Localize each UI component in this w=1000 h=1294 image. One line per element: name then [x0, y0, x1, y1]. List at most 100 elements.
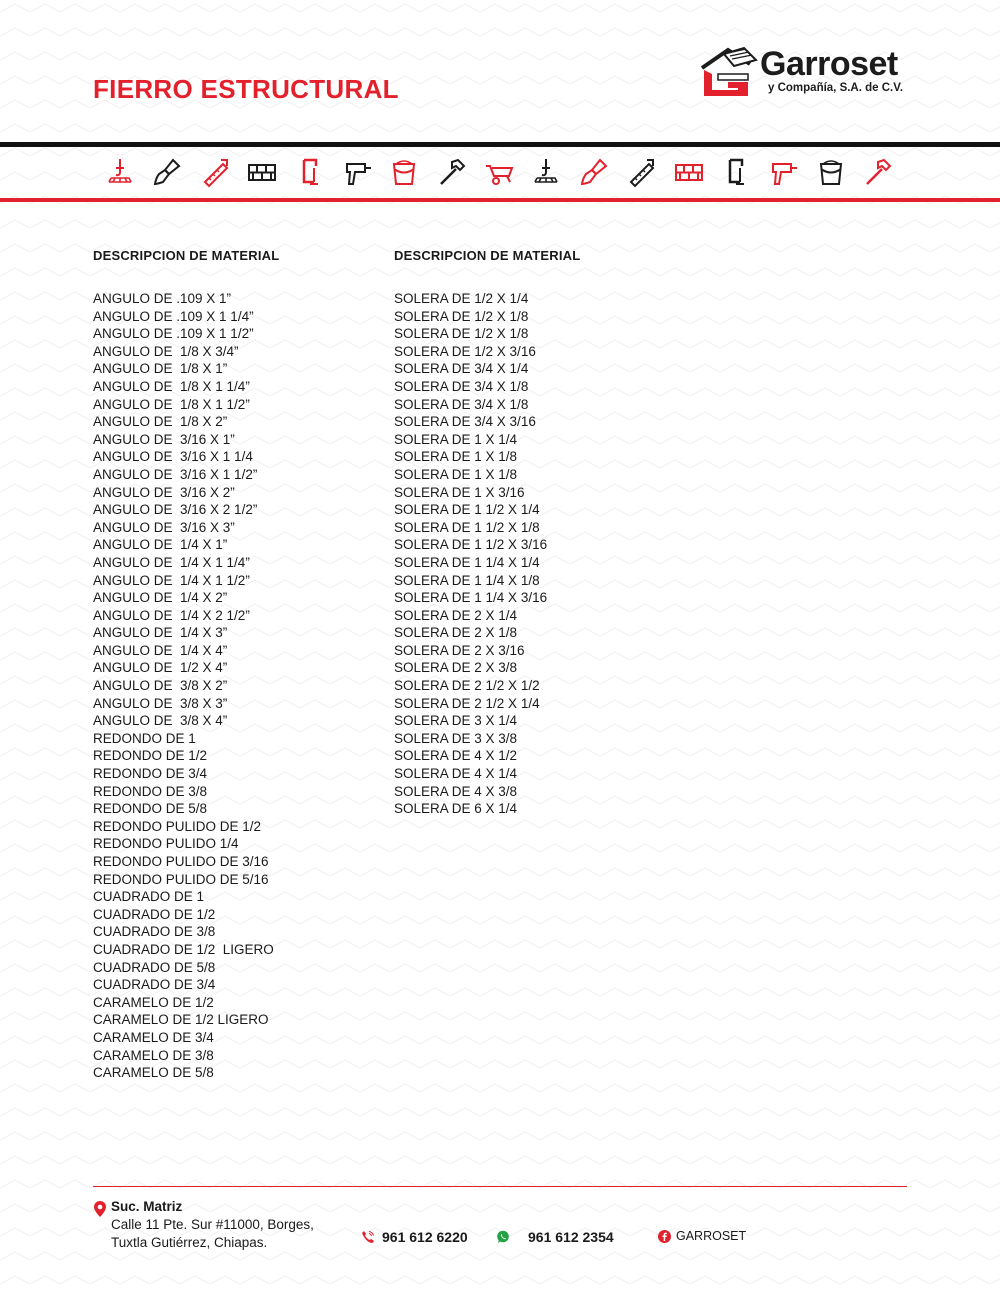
column-heading: DESCRIPCION DE MATERIAL: [93, 248, 280, 263]
icon-strip-divider: [0, 198, 1000, 202]
material-item: ANGULO DE 1/4 X 3”: [93, 625, 228, 641]
paint-bucket-icon: [388, 156, 420, 188]
paint-bucket-icon: [815, 156, 847, 188]
material-item: ANGULO DE 3/16 X 1 1/2”: [93, 466, 258, 482]
house-logo-icon: [700, 46, 758, 96]
material-item: REDONDO PULIDO 1/4: [93, 836, 239, 852]
material-item: ANGULO DE 1/4 X 1”: [93, 537, 228, 553]
material-item: SOLERA DE 2 X 1/4: [394, 607, 518, 623]
material-item: CUADRADO DE 3/4: [93, 977, 216, 993]
facebook-contact[interactable]: GARROSET: [658, 1229, 746, 1243]
material-item: SOLERA DE 2 X 3/8: [394, 660, 518, 676]
paint-brush-icon: [151, 156, 183, 188]
material-item: CUADRADO DE 1: [93, 889, 205, 905]
material-item: ANGULO DE 3/16 X 2”: [93, 484, 235, 500]
material-item: SOLERA DE 1 X 1/4: [394, 431, 518, 447]
material-item: CARAMELO DE 5/8: [93, 1065, 214, 1081]
material-item: CARAMELO DE 3/8: [93, 1047, 214, 1063]
branch-label: Suc. Matriz: [111, 1199, 183, 1214]
whatsapp-contact[interactable]: 961 612 2354: [496, 1229, 614, 1245]
material-item: SOLERA DE 3/4 X 1/8: [394, 396, 529, 412]
material-item: CARAMELO DE 1/2 LIGERO: [93, 1012, 269, 1028]
material-item: SOLERA DE 3/4 X 1/8: [394, 378, 529, 394]
brand-logo[interactable]: Garroset y Compañía, S.A. de C.V.: [698, 44, 913, 100]
material-item: SOLERA DE 6 X 1/4: [394, 801, 518, 817]
material-item: CUADRADO DE 1/2: [93, 906, 216, 922]
bricks-icon: [673, 156, 705, 188]
location-pin-icon: [94, 1201, 106, 1217]
material-item: SOLERA DE 1 1/2 X 3/16: [394, 537, 548, 553]
material-item: SOLERA DE 1 X 1/8: [394, 466, 518, 482]
material-item: SOLERA DE 2 1/2 X 1/4: [394, 695, 540, 711]
material-item: SOLERA DE 3 X 3/8: [394, 730, 518, 746]
phone-number[interactable]: 961 612 6220: [382, 1229, 468, 1245]
material-item: ANGULO DE .109 X 1 1/4”: [93, 308, 254, 324]
material-item: SOLERA DE 2 X 3/16: [394, 642, 525, 658]
material-item: ANGULO DE 1/4 X 4”: [93, 642, 228, 658]
material-column-right: DESCRIPCION DE MATERIAL SOLERA DE 1/2 X …: [394, 248, 580, 818]
material-item: CUADRADO DE 3/8: [93, 924, 216, 940]
saw-icon: [199, 156, 231, 188]
drill-icon: [341, 156, 373, 188]
material-item: REDONDO DE 5/8: [93, 801, 208, 817]
phone-contact[interactable]: 961 612 6220: [361, 1229, 468, 1245]
material-item: ANGULO DE 1/8 X 2”: [93, 414, 228, 430]
material-item: SOLERA DE 1/2 X 1/4: [394, 291, 529, 306]
saw-icon: [625, 156, 657, 188]
material-item: ANGULO DE 3/8 X 4”: [93, 713, 228, 729]
hammer-icon: [862, 156, 894, 188]
material-item: SOLERA DE 1 1/2 X 1/8: [394, 519, 540, 535]
facebook-icon: [658, 1229, 671, 1243]
material-item: CUADRADO DE 1/2 LIGERO: [93, 941, 274, 957]
phone-icon: [362, 1231, 374, 1243]
brand-name: Garroset: [760, 45, 898, 83]
clamp-icon: [720, 156, 752, 188]
material-item: SOLERA DE 3 X 1/4: [394, 713, 518, 729]
footer-divider: [93, 1186, 907, 1187]
material-item: SOLERA DE 4 X 3/8: [394, 783, 518, 799]
material-item: ANGULO DE 1/4 X 1 1/4”: [93, 554, 250, 570]
material-item: REDONDO DE 3/8: [93, 783, 208, 799]
material-item: SOLERA DE 4 X 1/4: [394, 766, 518, 782]
address-line: Tuxtla Gutiérrez, Chiapas.: [111, 1235, 268, 1250]
crane-hook-icon: [530, 156, 562, 188]
crane-hook-icon: [104, 156, 136, 188]
clamp-icon: [294, 156, 326, 188]
material-column-left: DESCRIPCION DE MATERIAL ANGULO DE .109 X…: [93, 248, 279, 1082]
material-item: ANGULO DE .109 X 1 1/2”: [93, 326, 254, 342]
material-item: ANGULO DE 3/16 X 3”: [93, 519, 235, 535]
material-item: ANGULO DE 1/8 X 1 1/2”: [93, 396, 250, 412]
material-item: ANGULO DE 3/8 X 3”: [93, 695, 228, 711]
material-item: SOLERA DE 1 1/4 X 3/16: [394, 590, 548, 606]
tool-icon-strip: [104, 156, 894, 188]
material-item: CUADRADO DE 5/8: [93, 959, 216, 975]
material-item: SOLERA DE 1/2 X 1/8: [394, 326, 529, 342]
material-item: SOLERA DE 1 1/4 X 1/8: [394, 572, 540, 588]
material-item: SOLERA DE 2 X 1/8: [394, 625, 518, 641]
material-item: ANGULO DE 1/4 X 2 1/2”: [93, 607, 250, 623]
material-item: SOLERA DE 3/4 X 3/16: [394, 414, 536, 430]
hammer-icon: [436, 156, 468, 188]
material-item: ANGULO DE 1/8 X 1”: [93, 361, 228, 377]
material-item: SOLERA DE 2 1/2 X 1/2: [394, 678, 540, 694]
material-item: SOLERA DE 1/2 X 1/8: [394, 308, 529, 324]
material-item: ANGULO DE 3/16 X 1 1/4: [93, 449, 253, 465]
material-list: SOLERA DE 1/2 X 1/4 SOLERA DE 1/2 X 1/8 SO…: [394, 290, 580, 818]
material-item: SOLERA DE 1 1/4 X 1/4: [394, 554, 540, 570]
whatsapp-number[interactable]: 961 612 2354: [528, 1229, 614, 1245]
wheelbarrow-icon: [483, 156, 515, 188]
whatsapp-icon: [497, 1230, 509, 1243]
material-item: REDONDO DE 3/4: [93, 766, 208, 782]
material-item: ANGULO DE 1/4 X 1 1/2”: [93, 572, 250, 588]
material-item: SOLERA DE 1 X 1/8: [394, 449, 518, 465]
material-item: ANGULO DE 3/16 X 2 1/2”: [93, 502, 258, 518]
header-divider: [0, 142, 1000, 147]
material-item: REDONDO PULIDO DE 3/16: [93, 854, 269, 869]
facebook-handle[interactable]: GARROSET: [676, 1229, 746, 1243]
material-item: ANGULO DE 1/2 X 4”: [93, 660, 228, 676]
bricks-icon: [246, 156, 278, 188]
material-item: CARAMELO DE 3/4: [93, 1029, 214, 1045]
material-item: REDONDO PULIDO DE 5/16: [93, 871, 269, 887]
column-heading: DESCRIPCION DE MATERIAL: [394, 248, 581, 263]
brand-subtitle: y Compañía, S.A. de C.V.: [768, 82, 904, 94]
